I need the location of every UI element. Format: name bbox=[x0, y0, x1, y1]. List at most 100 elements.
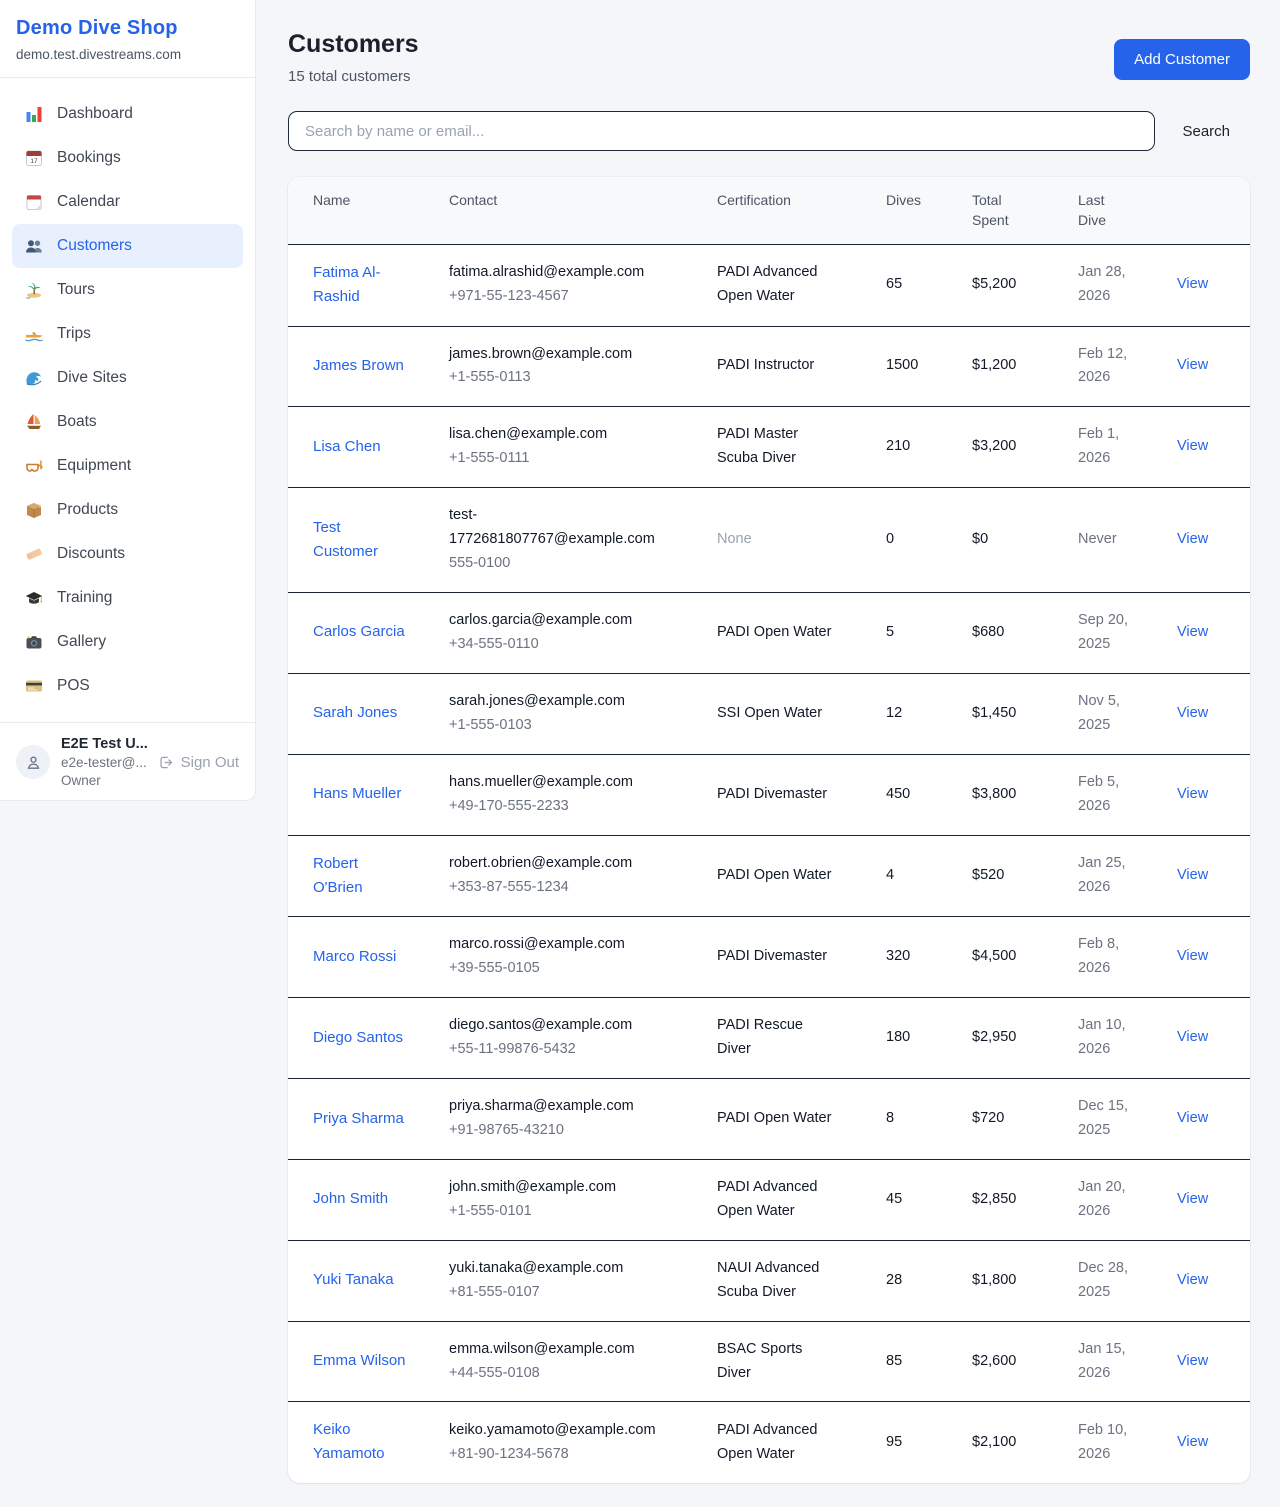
customer-total-spent: $4,500 bbox=[956, 917, 1062, 998]
customer-phone: +44-555-0108 bbox=[449, 1362, 685, 1386]
sidebar-item-discounts[interactable]: Discounts bbox=[12, 532, 243, 576]
add-customer-button[interactable]: Add Customer bbox=[1114, 39, 1250, 80]
sidebar-item-label: Dive Sites bbox=[57, 369, 127, 387]
customer-name-link[interactable]: Diego Santos bbox=[313, 1026, 403, 1050]
customer-name-link[interactable]: Hans Mueller bbox=[313, 782, 401, 806]
customer-certification: NAUI Advanced Scuba Diver bbox=[717, 1257, 837, 1305]
customer-certification: PADI Master Scuba Diver bbox=[717, 423, 837, 471]
sidebar-item-calendar[interactable]: Calendar bbox=[12, 180, 243, 224]
calendar-icon bbox=[24, 192, 44, 212]
customer-total-spent: $680 bbox=[956, 592, 1062, 673]
customer-email: diego.santos@example.com bbox=[449, 1014, 663, 1038]
view-customer-link[interactable]: View bbox=[1177, 438, 1208, 454]
table-row: Priya Sharma priya.sharma@example.com +9… bbox=[288, 1079, 1250, 1160]
customer-total-spent: $2,950 bbox=[956, 998, 1062, 1079]
sign-out-icon bbox=[157, 754, 174, 771]
sign-out-button[interactable]: Sign Out bbox=[157, 754, 239, 771]
sidebar-item-label: Boats bbox=[57, 413, 97, 431]
sidebar-item-bookings[interactable]: 17 Bookings bbox=[12, 136, 243, 180]
column-header-dives: Dives bbox=[870, 177, 956, 244]
view-customer-link[interactable]: View bbox=[1177, 786, 1208, 802]
customer-name-link[interactable]: Yuki Tanaka bbox=[313, 1268, 394, 1292]
view-customer-link[interactable]: View bbox=[1177, 948, 1208, 964]
sidebar-item-label: Equipment bbox=[57, 457, 131, 475]
customer-dives: 450 bbox=[870, 754, 956, 835]
customer-last-dive: Never bbox=[1062, 488, 1169, 593]
shop-domain: demo.test.divestreams.com bbox=[16, 47, 239, 62]
customer-dives: 8 bbox=[870, 1079, 956, 1160]
customer-certification: PADI Rescue Diver bbox=[717, 1014, 837, 1062]
sidebar-item-dashboard[interactable]: Dashboard bbox=[12, 92, 243, 136]
customer-name-link[interactable]: Carlos Garcia bbox=[313, 620, 405, 644]
customer-name-link[interactable]: Marco Rossi bbox=[313, 945, 396, 969]
sidebar-item-gallery[interactable]: Gallery bbox=[12, 620, 243, 664]
customer-last-dive: Feb 8, 2026 bbox=[1062, 917, 1169, 998]
customer-email: priya.sharma@example.com bbox=[449, 1095, 663, 1119]
view-customer-link[interactable]: View bbox=[1177, 1272, 1208, 1288]
table-row: John Smith john.smith@example.com +1-555… bbox=[288, 1159, 1250, 1240]
sidebar-item-equipment[interactable]: Equipment bbox=[12, 444, 243, 488]
sidebar-item-dive-sites[interactable]: Dive Sites bbox=[12, 356, 243, 400]
table-row: Emma Wilson emma.wilson@example.com +44-… bbox=[288, 1321, 1250, 1402]
view-customer-link[interactable]: View bbox=[1177, 531, 1208, 547]
view-customer-link[interactable]: View bbox=[1177, 867, 1208, 883]
sidebar-item-boats[interactable]: Boats bbox=[12, 400, 243, 444]
customers-icon bbox=[24, 236, 44, 256]
table-header-row: Name Contact Certification Dives Total S… bbox=[288, 177, 1250, 244]
customer-certification: BSAC Sports Diver bbox=[717, 1338, 837, 1386]
view-customer-link[interactable]: View bbox=[1177, 705, 1208, 721]
customer-dives: 95 bbox=[870, 1402, 956, 1483]
tours-icon bbox=[24, 280, 44, 300]
search-button[interactable]: Search bbox=[1182, 123, 1230, 140]
customer-name-link[interactable]: Keiko Yamamoto bbox=[313, 1418, 409, 1466]
table-row: Keiko Yamamoto keiko.yamamoto@example.co… bbox=[288, 1402, 1250, 1483]
customer-email: sarah.jones@example.com bbox=[449, 690, 663, 714]
sidebar-item-label: Customers bbox=[57, 237, 132, 255]
search-input[interactable] bbox=[288, 111, 1155, 151]
customers-table: Name Contact Certification Dives Total S… bbox=[288, 177, 1250, 1483]
sidebar-item-tours[interactable]: Tours bbox=[12, 268, 243, 312]
customer-name-link[interactable]: John Smith bbox=[313, 1187, 388, 1211]
customer-phone: +81-90-1234-5678 bbox=[449, 1443, 685, 1467]
view-customer-link[interactable]: View bbox=[1177, 1191, 1208, 1207]
customer-dives: 320 bbox=[870, 917, 956, 998]
view-customer-link[interactable]: View bbox=[1177, 1353, 1208, 1369]
customer-dives: 45 bbox=[870, 1159, 956, 1240]
sidebar-item-label: Calendar bbox=[57, 193, 120, 211]
customer-email: marco.rossi@example.com bbox=[449, 933, 663, 957]
search-bar: Search bbox=[288, 111, 1250, 151]
customer-name-link[interactable]: Lisa Chen bbox=[313, 435, 381, 459]
customer-name-link[interactable]: Emma Wilson bbox=[313, 1349, 406, 1373]
sidebar-item-label: POS bbox=[57, 677, 90, 695]
customer-name-link[interactable]: Test Customer bbox=[313, 516, 409, 564]
customer-certification: PADI Open Water bbox=[717, 1107, 831, 1131]
customer-email: emma.wilson@example.com bbox=[449, 1338, 663, 1362]
sidebar-item-customers[interactable]: Customers bbox=[12, 224, 243, 268]
customer-name-link[interactable]: Robert O'Brien bbox=[313, 852, 409, 900]
customer-last-dive: Nov 5, 2025 bbox=[1062, 673, 1169, 754]
customer-certification: SSI Open Water bbox=[717, 702, 822, 726]
dashboard-icon bbox=[24, 104, 44, 124]
view-customer-link[interactable]: View bbox=[1177, 1434, 1208, 1450]
customer-name-link[interactable]: Fatima Al-Rashid bbox=[313, 261, 409, 309]
customer-name-link[interactable]: James Brown bbox=[313, 354, 404, 378]
avatar bbox=[16, 745, 50, 779]
view-customer-link[interactable]: View bbox=[1177, 276, 1208, 292]
main-content: Customers 15 total customers Add Custome… bbox=[256, 0, 1280, 1507]
sidebar-item-training[interactable]: Training bbox=[12, 576, 243, 620]
sidebar-item-label: Training bbox=[57, 589, 112, 607]
view-customer-link[interactable]: View bbox=[1177, 1110, 1208, 1126]
customer-name-link[interactable]: Priya Sharma bbox=[313, 1107, 404, 1131]
svg-text:17: 17 bbox=[30, 158, 38, 165]
sidebar-item-trips[interactable]: Trips bbox=[12, 312, 243, 356]
sidebar-item-pos[interactable]: POS bbox=[12, 664, 243, 708]
sidebar-item-products[interactable]: Products bbox=[12, 488, 243, 532]
customer-certification: PADI Open Water bbox=[717, 864, 831, 888]
table-row: Test Customer test-1772681807767@example… bbox=[288, 488, 1250, 593]
view-customer-link[interactable]: View bbox=[1177, 357, 1208, 373]
products-icon bbox=[24, 500, 44, 520]
customer-dives: 85 bbox=[870, 1321, 956, 1402]
view-customer-link[interactable]: View bbox=[1177, 624, 1208, 640]
customer-name-link[interactable]: Sarah Jones bbox=[313, 701, 397, 725]
view-customer-link[interactable]: View bbox=[1177, 1029, 1208, 1045]
